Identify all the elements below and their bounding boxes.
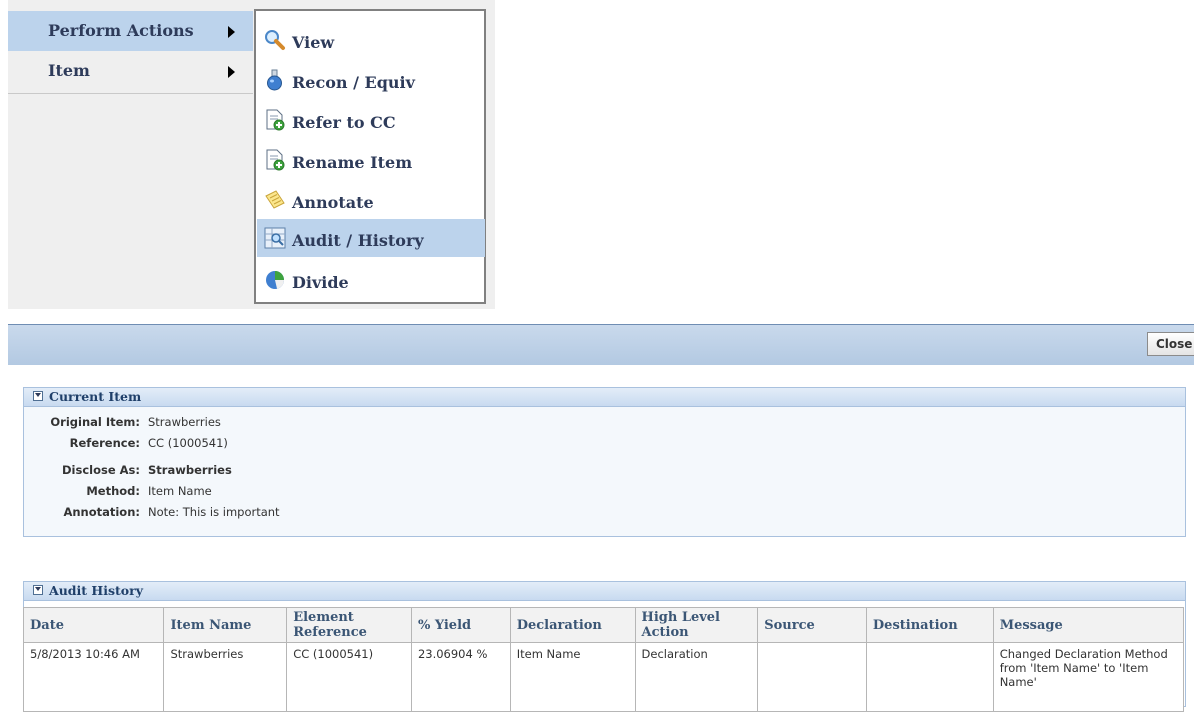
field-label: Disclose As: bbox=[62, 463, 140, 477]
close-button[interactable]: Close bbox=[1147, 332, 1194, 356]
collapse-toggle-icon[interactable] bbox=[33, 585, 43, 595]
section-header: Audit History bbox=[24, 582, 1185, 601]
table-header-row: Date Item Name Element Reference % Yield… bbox=[22, 607, 1185, 643]
cell-high-level-action: Declaration bbox=[634, 642, 759, 712]
cell-message: Changed Declaration Method from 'Item Na… bbox=[992, 642, 1185, 712]
collapse-toggle-icon[interactable] bbox=[33, 391, 43, 401]
cell-element-reference: CC (1000541) bbox=[286, 642, 412, 712]
submenu-item-annotate[interactable]: Annotate bbox=[257, 181, 485, 219]
field-label: Annotation: bbox=[63, 505, 140, 519]
field-value: Note: This is important bbox=[148, 505, 280, 519]
menu-item-label: Item bbox=[48, 61, 90, 80]
cell-destination bbox=[865, 642, 994, 712]
submenu-item-label: Audit / History bbox=[292, 231, 424, 250]
table-row: 5/8/2013 10:46 AM Strawberries CC (10005… bbox=[22, 642, 1185, 712]
column-header-source: Source bbox=[757, 607, 867, 643]
field-value: Item Name bbox=[148, 484, 212, 498]
submenu-item-label: Divide bbox=[292, 273, 349, 292]
field-disclose-as: Disclose As: Strawberries bbox=[24, 463, 624, 481]
column-header-yield: % Yield bbox=[410, 607, 511, 643]
field-reference: Reference: CC (1000541) bbox=[24, 436, 624, 454]
menu-item-item[interactable]: Item bbox=[8, 51, 253, 91]
magnifier-icon bbox=[264, 29, 286, 51]
menu-item-label: Perform Actions bbox=[48, 21, 194, 40]
submenu-item-rename-item[interactable]: Rename Item bbox=[257, 141, 485, 179]
column-header-high-level-action: High Level Action bbox=[634, 607, 759, 643]
submenu-item-label: Annotate bbox=[292, 193, 374, 212]
submenu-item-refer-to-cc[interactable]: Refer to CC bbox=[257, 101, 485, 139]
field-original-item: Original Item: Strawberries bbox=[24, 415, 624, 433]
audit-history-table: Date Item Name Element Reference % Yield… bbox=[22, 607, 1185, 712]
field-value: Strawberries bbox=[148, 415, 221, 429]
cell-item-name: Strawberries bbox=[163, 642, 288, 712]
field-label: Original Item: bbox=[50, 415, 140, 429]
document-add-icon bbox=[264, 109, 286, 131]
submenu-item-label: View bbox=[292, 33, 335, 52]
column-header-element-reference: Element Reference bbox=[286, 607, 412, 643]
pie-chart-icon bbox=[264, 269, 286, 291]
context-menu: Perform Actions Item bbox=[8, 0, 253, 94]
field-value: Strawberries bbox=[148, 463, 232, 477]
menu-item-perform-actions[interactable]: Perform Actions bbox=[8, 11, 253, 51]
audit-history-icon bbox=[264, 227, 286, 249]
section-title: Audit History bbox=[49, 583, 143, 598]
field-value: CC (1000541) bbox=[148, 436, 228, 450]
flask-icon bbox=[264, 69, 286, 91]
submenu-item-label: Refer to CC bbox=[292, 113, 396, 132]
submenu-item-label: Rename Item bbox=[292, 153, 413, 172]
submenu-item-label: Recon / Equiv bbox=[292, 73, 415, 92]
current-item-panel: Current Item Original Item: Strawberries… bbox=[23, 387, 1186, 537]
cell-yield: 23.06904 % bbox=[410, 642, 511, 712]
column-header-item-name: Item Name bbox=[163, 607, 288, 643]
cell-date: 5/8/2013 10:46 AM bbox=[22, 642, 165, 712]
submenu-item-view[interactable]: View bbox=[257, 21, 485, 59]
cell-declaration: Item Name bbox=[509, 642, 636, 712]
field-label: Method: bbox=[86, 484, 140, 498]
field-label: Reference: bbox=[69, 436, 140, 450]
field-annotation: Annotation: Note: This is important bbox=[24, 505, 624, 523]
submenu-item-divide[interactable]: Divide bbox=[257, 261, 485, 299]
section-title: Current Item bbox=[49, 389, 142, 404]
section-header: Current Item bbox=[24, 388, 1185, 407]
column-header-date: Date bbox=[22, 607, 165, 643]
submenu-arrow-icon bbox=[228, 66, 235, 78]
column-header-destination: Destination bbox=[865, 607, 994, 643]
column-header-message: Message bbox=[992, 607, 1185, 643]
submenu-arrow-icon bbox=[228, 26, 235, 38]
notes-icon bbox=[264, 189, 286, 211]
submenu-perform-actions: View Recon / Equiv Refer to CC Rename It… bbox=[254, 9, 486, 304]
document-add-icon bbox=[264, 149, 286, 171]
cell-source bbox=[757, 642, 867, 712]
submenu-item-audit-history[interactable]: Audit / History bbox=[257, 219, 485, 257]
column-header-declaration: Declaration bbox=[509, 607, 636, 643]
field-method: Method: Item Name bbox=[24, 484, 624, 502]
submenu-item-recon-equiv[interactable]: Recon / Equiv bbox=[257, 61, 485, 99]
audit-history-panel: Audit History Date Item Name Element Ref… bbox=[22, 581, 1186, 712]
header-bar bbox=[8, 324, 1194, 365]
